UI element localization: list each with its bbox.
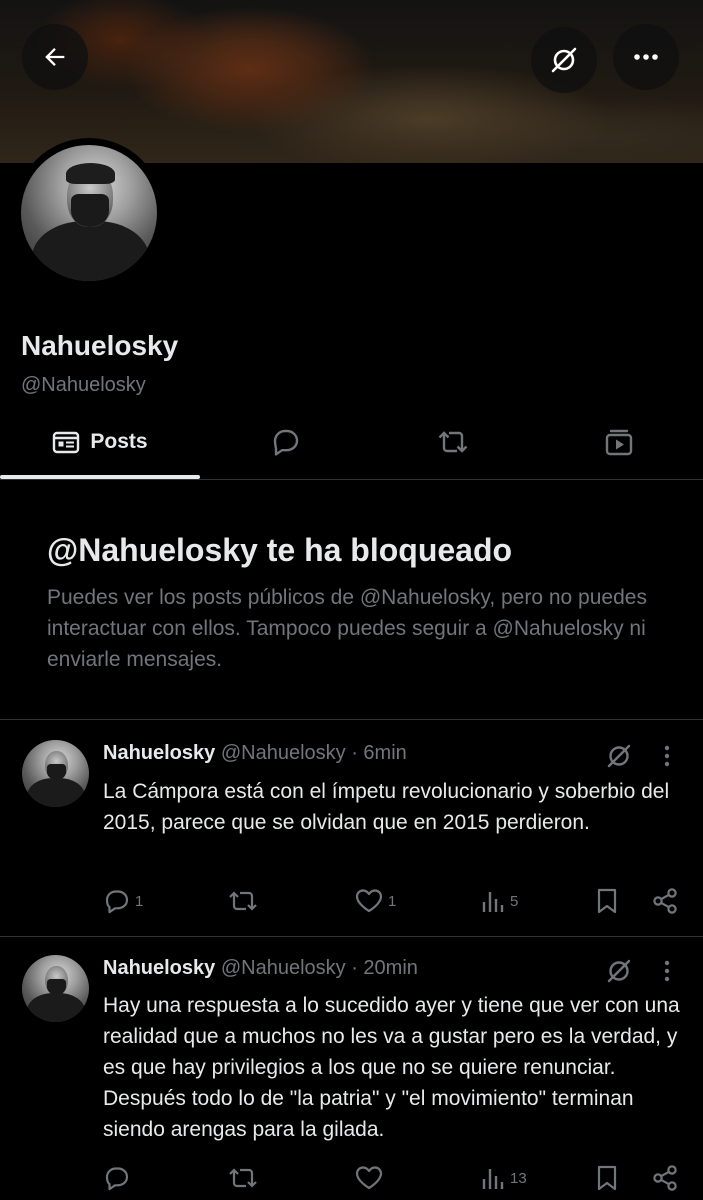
post-avatar[interactable] <box>22 740 89 807</box>
share-icon <box>653 1165 677 1191</box>
profile-avatar[interactable] <box>14 138 164 288</box>
post-header: Nahuelosky @Nahuelosky · 6min <box>103 742 407 765</box>
media-icon <box>605 429 633 455</box>
share-icon <box>653 888 677 914</box>
profile-banner[interactable] <box>0 0 703 163</box>
post-actions: 1 1 5 <box>0 884 703 918</box>
more-options-button[interactable] <box>613 24 679 90</box>
views-button[interactable]: 13 <box>480 1161 527 1195</box>
profile-handle: @Nahuelosky <box>21 374 146 396</box>
repost-button[interactable] <box>227 884 263 918</box>
reply-icon <box>105 890 129 914</box>
post-more-button[interactable] <box>655 742 679 770</box>
tab-posts-label: Posts <box>90 429 148 453</box>
share-button[interactable] <box>651 1161 679 1195</box>
views-count: 5 <box>510 892 519 910</box>
post-author-name[interactable]: Nahuelosky <box>103 957 215 979</box>
heart-icon <box>355 1166 383 1190</box>
grok-icon[interactable] <box>603 955 635 987</box>
post-avatar[interactable] <box>22 955 89 1022</box>
blocked-description: Puedes ver los posts públicos de @Nahuel… <box>47 586 647 671</box>
tab-replies[interactable] <box>200 405 370 478</box>
views-icon <box>482 892 504 912</box>
reply-count: 1 <box>135 892 144 910</box>
bookmark-icon <box>597 888 617 914</box>
section-divider <box>0 719 703 720</box>
views-count: 13 <box>510 1169 527 1187</box>
like-button[interactable] <box>354 1161 388 1195</box>
post-meta: @Nahuelosky · 20min <box>220 957 418 979</box>
post-author-name[interactable]: Nahuelosky <box>103 742 215 764</box>
post-meta: @Nahuelosky · 6min <box>220 742 407 764</box>
active-tab-indicator <box>0 475 200 479</box>
blocked-title: @Nahuelosky te ha bloqueado <box>47 532 513 568</box>
heart-icon <box>355 889 383 913</box>
replies-icon <box>273 429 299 456</box>
bookmark-button[interactable] <box>595 1161 619 1195</box>
like-button[interactable]: 1 <box>354 884 396 918</box>
like-count: 1 <box>388 892 397 910</box>
arrow-left-icon <box>45 48 65 66</box>
vertical-ellipsis-icon <box>664 960 670 982</box>
views-button[interactable]: 5 <box>480 884 518 918</box>
vertical-ellipsis-icon <box>664 745 670 767</box>
grok-icon <box>551 47 577 73</box>
profile-tabs: Posts <box>0 405 703 480</box>
reply-button[interactable] <box>103 1161 135 1195</box>
bookmark-icon <box>597 1165 617 1191</box>
bookmark-button[interactable] <box>595 884 619 918</box>
post-text: La Cámpora está con el ímpetu revolucion… <box>103 780 670 834</box>
tab-reposts[interactable] <box>370 405 535 478</box>
ellipsis-icon <box>634 54 658 60</box>
back-button[interactable] <box>22 24 88 90</box>
posts-icon <box>53 431 80 453</box>
tab-media[interactable] <box>535 405 703 478</box>
post-more-button[interactable] <box>655 957 679 985</box>
repost-button[interactable] <box>227 1161 263 1195</box>
share-button[interactable] <box>651 884 679 918</box>
post-divider <box>0 936 703 937</box>
tab-posts[interactable]: Posts <box>0 405 200 479</box>
repost-icon <box>229 1168 257 1188</box>
profile-name: Nahuelosky <box>21 330 179 361</box>
grok-icon[interactable] <box>603 740 635 772</box>
views-icon <box>482 1169 504 1189</box>
post-text: Hay una respuesta a lo sucedido ayer y t… <box>103 994 680 1141</box>
post-header: Nahuelosky @Nahuelosky · 20min <box>103 957 418 980</box>
grok-button[interactable] <box>531 27 597 93</box>
reply-button[interactable]: 1 <box>103 884 143 918</box>
repost-icon <box>229 891 257 911</box>
reply-icon <box>105 1167 129 1191</box>
post-actions: 13 <box>0 1161 703 1195</box>
reposts-icon <box>438 430 467 453</box>
avatar-photo <box>21 145 157 281</box>
